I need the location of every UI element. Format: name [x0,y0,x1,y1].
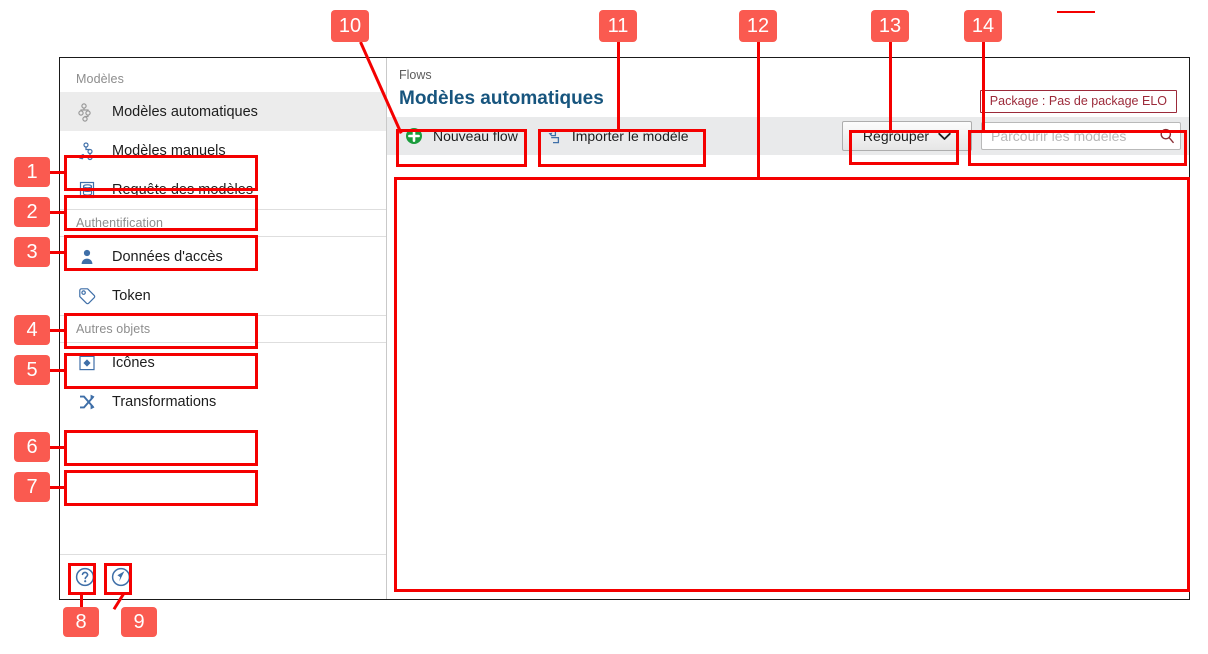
sidebar-item-donnees-dacces[interactable]: Données d'accès [60,237,386,276]
new-flow-label: Nouveau flow [433,128,518,144]
sidebar-footer [60,554,386,599]
sidebar-item-transformations[interactable]: Transformations [60,382,386,421]
sidebar-item-token[interactable]: Token [60,276,386,315]
application-window: Modèles Modèles automatiques Modèles man… [59,57,1190,600]
user-icon [76,246,98,268]
plus-circle-icon [404,126,424,146]
import-model-button[interactable]: Importer le modèle [532,121,703,151]
sidebar-item-label: Requête des modèles [112,181,254,198]
sidebar-section-label-authentification: Authentification [76,216,164,230]
shuffle-arrows-icon [76,391,98,413]
search-models-field[interactable] [981,122,1181,150]
sidebar-section-label-modeles: Modèles [76,72,124,86]
database-query-icon [76,179,98,201]
screenshot-root: Modèles Modèles automatiques Modèles man… [0,0,1208,654]
sidebar-top-gap [60,58,386,66]
search-input[interactable] [982,123,1154,149]
callout-badge-1: 1 [14,157,50,187]
main-panel: Flows Modèles automatiques Package : Pas… [387,58,1189,599]
flow-tree-hand-icon [76,140,98,162]
callout-badge-8: 8 [63,607,99,637]
sidebar-item-modeles-automatiques[interactable]: Modèles automatiques [60,92,386,131]
callout-badge-13: 13 [871,10,909,42]
flow-tree-icon [76,101,98,123]
sidebar-item-label: Token [112,287,151,304]
sidebar-item-requete-des-modeles[interactable]: Requête des modèles [60,170,386,209]
main-header: Flows Modèles automatiques Package : Pas… [387,58,1189,117]
support-pointer-icon[interactable] [108,564,134,590]
new-flow-button[interactable]: Nouveau flow [393,121,532,151]
callout-badge-6: 6 [14,432,50,462]
sidebar-item-label: Icônes [112,354,155,371]
toolbar: Nouveau flow Importer le modèle Regroupe… [387,117,1189,155]
image-diamond-icon [76,352,98,374]
group-by-dropdown[interactable]: Regrouper [842,121,972,151]
callout-badge-14: 14 [964,10,1002,42]
callout-badge-7: 7 [14,472,50,502]
package-badge: Package : Pas de package ELO [979,90,1177,113]
sidebar-section-label-autres-objets: Autres objets [76,322,151,336]
import-model-label: Importer le modèle [571,128,689,144]
leader-fragment-top-right [1057,11,1095,13]
callout-badge-12: 12 [739,10,777,42]
chevron-down-icon [938,128,951,144]
sidebar-item-label: Transformations [112,393,217,410]
models-content-area[interactable] [387,155,1189,599]
help-question-icon[interactable] [72,564,98,590]
callout-badge-11: 11 [599,10,637,42]
callout-badge-3: 3 [14,237,50,267]
callout-badge-5: 5 [14,355,50,385]
sidebar-item-modeles-manuels[interactable]: Modèles manuels [60,131,386,170]
magnifier-icon[interactable] [1154,123,1180,149]
sidebar: Modèles Modèles automatiques Modèles man… [60,58,387,599]
sidebar-item-label: Modèles manuels [112,142,226,159]
import-arrow-icon [543,126,563,146]
sidebar-item-icones[interactable]: Icônes [60,343,386,382]
group-by-label: Regrouper [862,128,930,144]
callout-badge-10: 10 [331,10,369,42]
breadcrumb: Flows [399,68,432,82]
sidebar-nav: Modèles Modèles automatiques Modèles man… [60,58,386,554]
callout-badge-9: 9 [121,607,157,637]
callout-badge-2: 2 [14,197,50,227]
callout-badge-4: 4 [14,315,50,345]
sidebar-item-label: Modèles automatiques [112,103,258,120]
sidebar-item-label: Données d'accès [112,248,223,265]
tag-icon [76,285,98,307]
